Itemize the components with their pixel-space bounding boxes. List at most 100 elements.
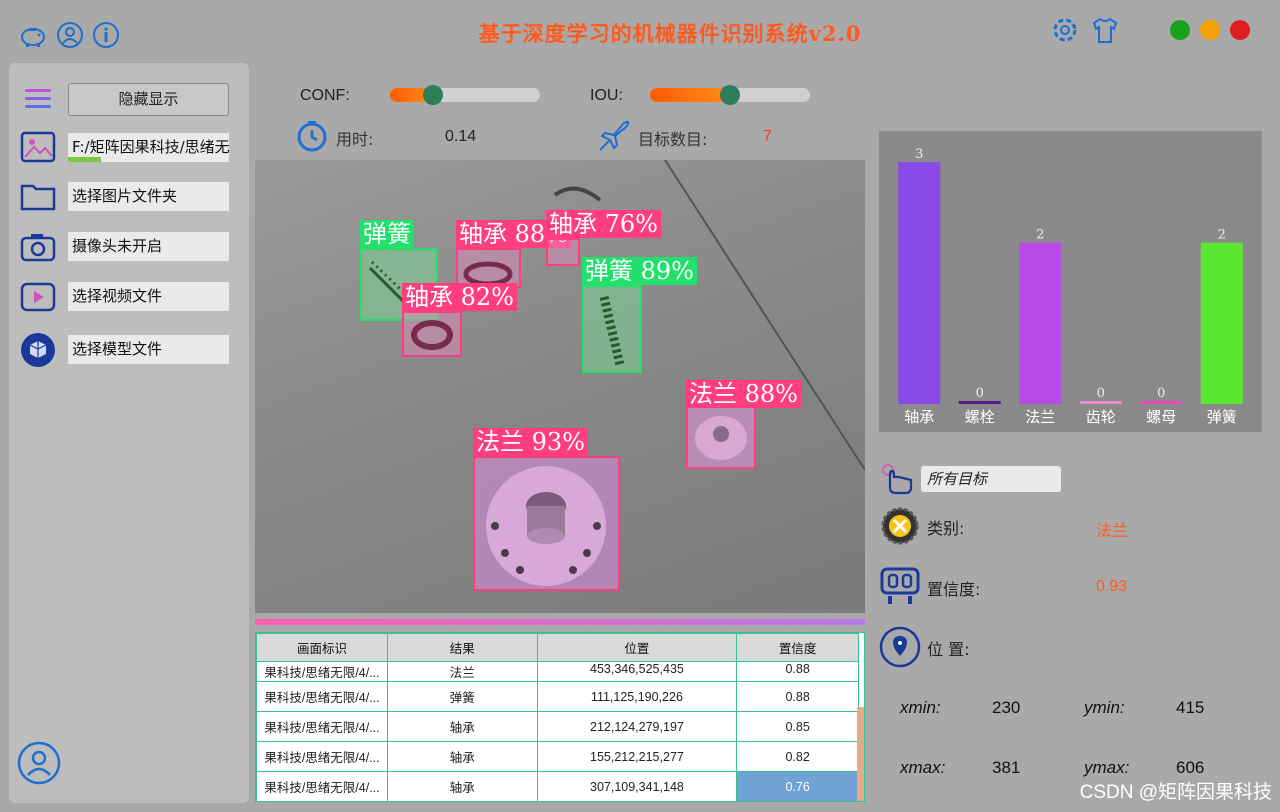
bearing-object — [463, 261, 513, 287]
detection-image-panel[interactable]: 弹簧 轴承 88% 轴承 76% 弹簧 89% 轴承 82% 法兰 88% 法兰… — [255, 160, 865, 613]
detection-class: 弹簧 — [585, 257, 633, 285]
table-header-result[interactable]: 结果 — [386, 633, 538, 662]
camera-button[interactable]: 摄像头未开启 — [68, 232, 229, 261]
image-icon[interactable] — [19, 129, 57, 167]
cell-frame: 果科技/思绪无限/4/... — [256, 711, 388, 742]
cell-position: 155,212,215,277 — [536, 741, 738, 772]
conf-slider[interactable] — [390, 88, 540, 102]
bar-5 — [1200, 242, 1243, 404]
minimize-button[interactable] — [1200, 20, 1220, 40]
cell-position: 307,109,341,148 — [536, 771, 738, 801]
detection-box[interactable] — [473, 456, 620, 591]
cell-confidence-selected: 0.76 — [736, 771, 859, 801]
table-header-frame[interactable]: 画面标识 — [256, 633, 388, 662]
user-icon[interactable] — [55, 20, 85, 50]
detection-box[interactable] — [402, 311, 462, 357]
table-row[interactable]: 果科技/思绪无限/4/... 轴承 212,124,279,197 0.85 — [256, 711, 859, 742]
close-button[interactable] — [1230, 20, 1250, 40]
detection-box[interactable] — [582, 285, 642, 373]
time-label: 用时: — [336, 130, 374, 149]
time-value: 0.14 — [445, 128, 477, 145]
tshirt-icon[interactable] — [1090, 15, 1120, 45]
video-icon[interactable] — [19, 278, 57, 316]
bar-category-label: 弹簧 — [1207, 408, 1237, 426]
detection-confidence: 82% — [460, 283, 514, 311]
select-video-button[interactable]: 选择视频文件 — [68, 282, 229, 311]
detection-label: 轴承 76% — [546, 210, 661, 238]
menu-icon[interactable] — [19, 80, 57, 118]
model-icon[interactable] — [19, 331, 57, 369]
robot-icon — [880, 567, 920, 604]
iou-label: IOU: — [590, 87, 623, 104]
bar-1 — [958, 401, 1001, 404]
cell-confidence: 0.85 — [736, 711, 859, 742]
piggy-bank-icon[interactable] — [18, 20, 48, 50]
user-avatar-icon[interactable] — [17, 741, 61, 785]
flange-object — [486, 466, 606, 586]
bar-value-label: 0 — [1157, 386, 1165, 401]
category-gear-icon — [881, 507, 919, 545]
gear-icon[interactable] — [1050, 15, 1080, 45]
hide-display-button[interactable]: 隐藏显示 — [68, 83, 229, 116]
camera-icon[interactable] — [19, 228, 57, 266]
table-row[interactable]: 果科技/思绪无限/4/... 法兰 453,346,525,435 0.88 — [256, 661, 859, 682]
bar-value-label: 0 — [1097, 386, 1105, 401]
cell-position: 111,125,190,226 — [536, 681, 738, 712]
detection-class: 轴承 — [549, 210, 597, 238]
bar-value-label: 2 — [1036, 228, 1044, 243]
bar-value-label: 0 — [976, 386, 984, 401]
cell-frame: 果科技/思绪无限/4/... — [256, 661, 388, 682]
timer-icon — [297, 121, 327, 152]
detection-label: 弹簧 — [360, 220, 414, 248]
detection-box[interactable] — [546, 238, 580, 266]
info-icon[interactable] — [91, 20, 121, 50]
results-table[interactable]: 画面标识 结果 位置 置信度 果科技/思绪无限/4/... 法兰 453,346… — [255, 632, 865, 802]
location-pin-icon — [879, 626, 921, 668]
watermark: CSDN @矩阵因果科技 — [1079, 782, 1272, 803]
table-scrollbar[interactable] — [857, 707, 864, 801]
maximize-button[interactable] — [1170, 20, 1190, 40]
table-row[interactable]: 果科技/思绪无限/4/... 轴承 307,109,341,148 0.76 — [256, 771, 859, 801]
iou-slider-handle[interactable] — [720, 85, 740, 105]
detection-box[interactable] — [686, 406, 756, 469]
flange-object — [695, 416, 747, 460]
bar-value-label: 2 — [1218, 228, 1226, 243]
cell-result: 弹簧 — [386, 681, 538, 712]
detection-box[interactable] — [456, 248, 521, 288]
process-progress-bar — [255, 619, 865, 625]
folder-icon[interactable] — [19, 178, 57, 216]
bar-category-label: 螺栓 — [965, 408, 995, 426]
cell-frame: 果科技/思绪无限/4/... — [256, 771, 388, 801]
select-model-button[interactable]: 选择模型文件 — [68, 335, 229, 364]
detection-class: 法兰 — [476, 428, 524, 456]
target-select-dropdown[interactable]: 所有目标 — [921, 466, 1061, 492]
cell-frame: 果科技/思绪无限/4/... — [256, 681, 388, 712]
cell-result: 轴承 — [386, 711, 538, 742]
confidence-label: 置信度: — [927, 580, 981, 599]
conf-slider-handle[interactable] — [423, 85, 443, 105]
xmax-value: 381 — [992, 758, 1021, 777]
table-row[interactable]: 果科技/思绪无限/4/... 弹簧 111,125,190,226 0.88 — [256, 681, 859, 712]
detection-class: 法兰 — [689, 380, 737, 408]
xmin-value: 230 — [992, 698, 1021, 717]
cell-result: 轴承 — [386, 771, 538, 801]
conf-label: CONF: — [300, 87, 350, 104]
detection-class: 轴承 — [459, 220, 507, 248]
table-row[interactable]: 果科技/思绪无限/4/... 轴承 155,212,215,277 0.82 — [256, 741, 859, 772]
bar-category-label: 齿轮 — [1086, 408, 1116, 426]
bar-category-label: 螺母 — [1146, 408, 1176, 426]
cell-result: 轴承 — [386, 741, 538, 772]
ymax-label: ymax: — [1084, 758, 1130, 777]
cell-confidence: 0.88 — [736, 661, 859, 682]
bar-category-label: 轴承 — [904, 408, 934, 426]
select-image-folder-button[interactable]: 选择图片文件夹 — [68, 182, 229, 211]
table-header-confidence[interactable]: 置信度 — [736, 633, 859, 662]
ymin-label: ymin: — [1084, 698, 1125, 717]
detection-confidence: 76% — [604, 210, 658, 238]
cell-confidence: 0.88 — [736, 681, 859, 712]
bar-0 — [898, 162, 941, 404]
bearing-object — [411, 320, 453, 350]
class-label: 类别: — [927, 519, 965, 538]
table-header-position[interactable]: 位置 — [536, 633, 738, 662]
class-count-chart: 3 轴承 0 螺栓 2 法兰 0 齿轮 0 螺母 2 弹簧 — [879, 131, 1262, 432]
